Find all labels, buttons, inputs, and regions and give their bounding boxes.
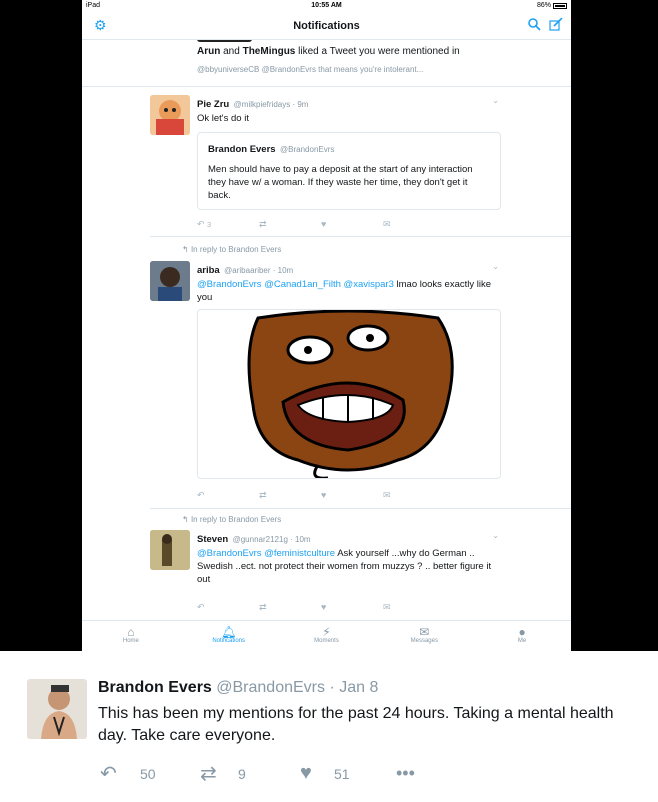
ipad-screenshot: iPad 10:55 AM 86% ⚙ Notifications Arun a… (82, 0, 571, 651)
retweet-icon[interactable]: ⇄ (259, 219, 321, 230)
retweet-icon[interactable]: ⇄ (200, 761, 238, 786)
reply-context: ↰ In reply to Brandon Evers (182, 515, 282, 524)
author-handle: @aribaariber · 10m (224, 266, 294, 275)
tweet-text: @BrandonEvrs @Canad1an_Filth @xavispar3 … (197, 279, 492, 303)
quoted-text: Men should have to pay a deposit at the … (208, 164, 473, 201)
tweet-actions: ↶ 3 ⇄ ♥ ✉ (197, 219, 445, 230)
author-handle: @milkpiefridays · 9m (233, 100, 309, 109)
envelope-icon: ✉ (419, 625, 430, 639)
notification-preview: @bbyuniverseCB @BrandonEvrs that means y… (197, 65, 424, 74)
page-title: Notifications (293, 20, 360, 32)
avatars-strip (197, 40, 252, 42)
status-time: 10:55 AM (311, 2, 342, 9)
reply-count: 50 (140, 765, 156, 782)
tab-notifications[interactable]: 🔔︎ Notifications (180, 621, 278, 651)
author-name[interactable]: Brandon Evers (98, 679, 212, 696)
dm-icon[interactable]: ✉ (383, 219, 445, 230)
main-tweet[interactable]: Brandon Evers @BrandonEvrs · Jan 8 This … (0, 651, 658, 802)
reply-icon[interactable]: ↶ 3 (197, 219, 259, 230)
author-name[interactable]: Pie Zru (197, 99, 229, 110)
like-notification[interactable]: Arun and TheMingus liked a Tweet you wer… (82, 40, 571, 86)
heart-icon[interactable]: ♥ (300, 762, 334, 785)
heart-icon[interactable]: ♥ (321, 602, 383, 613)
liker-name[interactable]: TheMingus (243, 46, 296, 57)
chevron-down-icon[interactable]: ⌄ (492, 262, 499, 271)
tab-bar: ⌂ Home 🔔︎ Notifications ⚡︎ Moments ✉ Message… (82, 620, 571, 651)
tweet-text: @BrandonEvrs @feministculture Ask yourse… (197, 548, 492, 585)
quoted-author-handle: @BrandonEvrs (280, 145, 335, 154)
tab-me[interactable]: ● Me (473, 621, 571, 651)
person-icon: ● (518, 625, 526, 639)
tweet-actions: ↶ 50 ⇄ 9 ♥ 51 ••• (100, 761, 415, 786)
cartoon-face-image (247, 310, 454, 478)
heart-icon[interactable]: ♥ (321, 219, 383, 230)
tweet-pie-zru[interactable]: Pie Zru @milkpiefridays · 9m Ok let's do… (82, 86, 571, 236)
reply-icon[interactable]: ↶ (197, 602, 259, 613)
tweet-ariba[interactable]: ↰ In reply to Brandon Evers ariba @ariba… (82, 236, 571, 508)
author-name[interactable]: ariba (197, 265, 220, 276)
chevron-down-icon[interactable]: ⌄ (492, 531, 499, 540)
retweet-icon[interactable]: ⇄ (259, 602, 321, 613)
tweet-actions: ↶ ⇄ ♥ ✉ (197, 490, 445, 501)
dm-icon[interactable]: ✉ (383, 490, 445, 501)
dm-icon[interactable]: ✉ (383, 602, 445, 613)
search-icon[interactable] (528, 18, 541, 34)
heart-icon[interactable]: ♥ (321, 490, 383, 501)
author-handle: @gunnar2121g · 10m (232, 535, 311, 544)
battery-icon (553, 2, 567, 9)
mention-links[interactable]: @BrandonEvrs @Canad1an_Filth @xavispar3 (197, 279, 394, 290)
tab-messages[interactable]: ✉ Messages (375, 621, 473, 651)
notifications-feed: Arun and TheMingus liked a Tweet you wer… (82, 40, 571, 620)
avatar[interactable] (150, 95, 190, 135)
bell-icon: 🔔︎ (221, 625, 237, 639)
tab-home[interactable]: ⌂ Home (82, 621, 180, 651)
status-bar: iPad 10:55 AM 86% (82, 0, 571, 12)
retweet-count: 9 (238, 765, 246, 782)
tweet-text: This has been my mentions for the past 2… (98, 705, 614, 744)
tweet-steven[interactable]: ↰ In reply to Brandon Evers Steven @gunn… (82, 508, 571, 618)
battery-percent: 86% (536, 2, 551, 9)
lightning-icon: ⚡︎ (322, 625, 331, 639)
chevron-down-icon[interactable]: ⌄ (492, 96, 499, 105)
avatar[interactable] (150, 530, 190, 570)
home-icon: ⌂ (127, 625, 135, 639)
more-icon[interactable]: ••• (396, 763, 415, 784)
avatar[interactable] (27, 679, 87, 739)
nav-bar: ⚙ Notifications (82, 12, 571, 40)
reply-icon[interactable]: ↶ (197, 490, 259, 501)
reply-context: ↰ In reply to Brandon Evers (182, 245, 282, 254)
tab-moments[interactable]: ⚡︎ Moments (278, 621, 376, 651)
tweet-actions: ↶ ⇄ ♥ ✉ (197, 602, 445, 613)
compose-icon[interactable] (549, 17, 563, 34)
like-count: 51 (334, 765, 350, 782)
reply-icon[interactable]: ↶ (100, 761, 140, 786)
retweet-icon[interactable]: ⇄ (259, 490, 321, 501)
tweet-text: Ok let's do it (197, 113, 249, 124)
liker-name[interactable]: Arun (197, 46, 220, 57)
media-image[interactable] (197, 309, 501, 479)
quoted-author-name: Brandon Evers (208, 144, 276, 155)
quoted-tweet[interactable]: Brandon Evers @BrandonEvrs Men should ha… (197, 132, 501, 210)
avatar[interactable] (150, 261, 190, 301)
author-handle: @BrandonEvrs · Jan 8 (216, 679, 379, 696)
mention-links[interactable]: @BrandonEvrs @feministculture (197, 548, 335, 559)
author-name[interactable]: Steven (197, 534, 228, 545)
